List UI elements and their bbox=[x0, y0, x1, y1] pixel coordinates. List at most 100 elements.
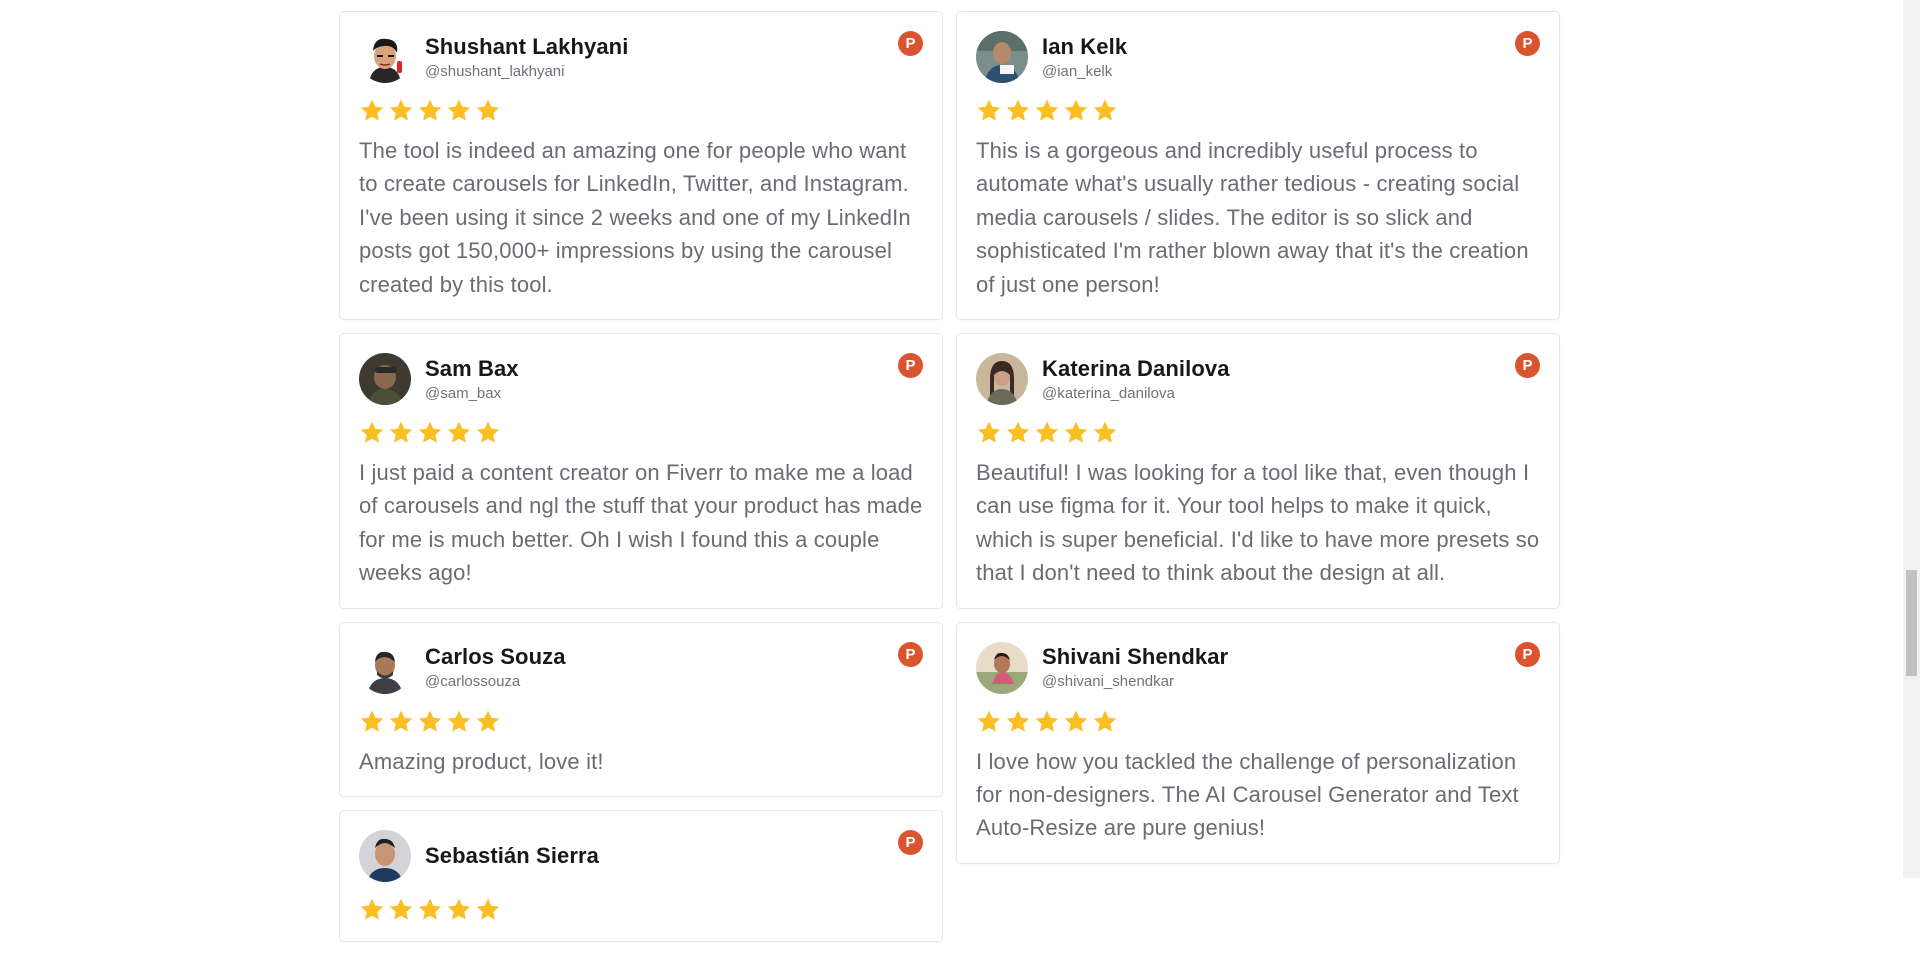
review-text: Amazing product, love it! bbox=[359, 748, 604, 774]
avatar bbox=[359, 830, 411, 883]
product-hunt-icon[interactable]: P bbox=[1515, 353, 1540, 379]
photo-avatar-icon bbox=[359, 353, 411, 406]
star-icon bbox=[359, 897, 385, 923]
product-hunt-icon[interactable]: P bbox=[1515, 641, 1540, 667]
star-icon bbox=[417, 420, 443, 446]
review-text: Beautiful! I was looking for a tool like… bbox=[976, 460, 1540, 586]
star-icon bbox=[1034, 420, 1060, 446]
reviewer-handle[interactable]: @sam_bax bbox=[425, 384, 519, 404]
star-icon bbox=[388, 897, 414, 923]
reviewer-name: Sam Bax bbox=[425, 355, 519, 381]
review-header: Carlos Souza @carlossouza bbox=[359, 641, 923, 695]
review-header: Shivani Shendkar @shivani_shendkar bbox=[976, 641, 1540, 695]
reviewer-handle[interactable]: @ian_kelk bbox=[1042, 62, 1127, 82]
star-icon bbox=[1034, 709, 1060, 735]
review-card: Sebastián Sierra P bbox=[339, 810, 943, 943]
review-card: Katerina Danilova @katerina_danilova P B… bbox=[956, 333, 1560, 609]
product-hunt-icon[interactable]: P bbox=[898, 353, 923, 379]
star-icon bbox=[359, 420, 385, 446]
product-hunt-icon[interactable]: P bbox=[898, 830, 923, 856]
reviewer-name: Carlos Souza bbox=[425, 644, 566, 670]
review-text: I love how you tackled the challenge of … bbox=[976, 748, 1519, 841]
star-icon bbox=[1063, 709, 1089, 735]
star-rating bbox=[359, 98, 923, 124]
review-header: Sam Bax @sam_bax bbox=[359, 352, 923, 406]
page-scrollbar[interactable] bbox=[1903, 0, 1920, 878]
review-header: Ian Kelk @ian_kelk bbox=[976, 30, 1540, 84]
review-card: Carlos Souza @carlossouza P Amazing prod… bbox=[339, 621, 943, 798]
star-icon bbox=[1092, 98, 1118, 124]
review-header: Katerina Danilova @katerina_danilova bbox=[976, 352, 1540, 406]
star-rating bbox=[359, 897, 923, 923]
star-icon bbox=[475, 897, 501, 923]
product-hunt-icon[interactable]: P bbox=[1515, 31, 1540, 56]
reviewer-handle[interactable]: @katerina_danilova bbox=[1042, 384, 1230, 404]
star-icon bbox=[1092, 420, 1118, 446]
star-rating bbox=[976, 709, 1540, 735]
star-icon bbox=[475, 420, 501, 446]
product-hunt-icon[interactable]: P bbox=[898, 641, 923, 667]
photo-avatar-icon bbox=[359, 830, 411, 883]
star-icon bbox=[446, 709, 472, 735]
star-rating bbox=[976, 98, 1540, 124]
reviewer-handle[interactable]: @shivani_shendkar bbox=[1042, 672, 1228, 692]
reviewer-handle[interactable]: @carlossouza bbox=[425, 672, 566, 692]
reviews-column-right: Ian Kelk @ian_kelk P This is a gorgeous … bbox=[956, 11, 1560, 877]
reviewer-info: Ian Kelk @ian_kelk bbox=[1042, 33, 1127, 82]
review-text: The tool is indeed an amazing one for pe… bbox=[359, 138, 911, 297]
product-hunt-icon[interactable]: P bbox=[898, 31, 923, 56]
star-icon bbox=[417, 709, 443, 735]
photo-avatar-icon bbox=[359, 641, 411, 694]
reviewer-info: Sebastián Sierra bbox=[425, 842, 599, 871]
review-card: Ian Kelk @ian_kelk P This is a gorgeous … bbox=[956, 11, 1560, 321]
reviewer-handle[interactable]: @shushant_lakhyani bbox=[425, 62, 628, 82]
photo-avatar-icon bbox=[976, 31, 1028, 83]
avatar bbox=[359, 353, 411, 406]
reviewer-info: Carlos Souza @carlossouza bbox=[425, 643, 566, 692]
avatar bbox=[976, 353, 1028, 406]
star-icon bbox=[976, 709, 1002, 735]
reviewer-info: Sam Bax @sam_bax bbox=[425, 355, 519, 404]
scrollbar-thumb[interactable] bbox=[1906, 570, 1917, 676]
star-icon bbox=[388, 709, 414, 735]
review-card: Shivani Shendkar @shivani_shendkar P I l… bbox=[956, 621, 1560, 864]
review-text: I just paid a content creator on Fiverr … bbox=[359, 460, 923, 586]
reviewer-name: Shushant Lakhyani bbox=[425, 33, 629, 59]
star-rating bbox=[359, 420, 923, 446]
star-icon bbox=[388, 420, 414, 446]
review-card: Sam Bax @sam_bax P I just paid a content… bbox=[339, 333, 943, 609]
star-icon bbox=[1034, 98, 1060, 124]
star-icon bbox=[1063, 98, 1089, 124]
reviewer-name: Ian Kelk bbox=[1042, 33, 1128, 59]
review-header: Shushant Lakhyani @shushant_lakhyani bbox=[359, 30, 923, 84]
star-icon bbox=[1063, 420, 1089, 446]
reviewer-name: Katerina Danilova bbox=[1042, 355, 1230, 381]
star-icon bbox=[1005, 709, 1031, 735]
star-icon bbox=[1005, 98, 1031, 124]
star-icon bbox=[388, 98, 414, 124]
star-rating bbox=[976, 420, 1540, 446]
review-card: Shushant Lakhyani @shushant_lakhyani P T… bbox=[339, 11, 943, 321]
photo-avatar-icon bbox=[976, 353, 1028, 406]
reviewer-name: Shivani Shendkar bbox=[1042, 644, 1229, 670]
avatar bbox=[359, 31, 411, 83]
photo-avatar-icon bbox=[976, 641, 1028, 694]
reviewer-info: Shushant Lakhyani @shushant_lakhyani bbox=[425, 33, 628, 82]
reviewer-info: Shivani Shendkar @shivani_shendkar bbox=[1042, 643, 1228, 692]
star-icon bbox=[1005, 420, 1031, 446]
review-header: Sebastián Sierra bbox=[359, 829, 923, 883]
star-icon bbox=[446, 420, 472, 446]
star-icon bbox=[1092, 709, 1118, 735]
star-icon bbox=[976, 420, 1002, 446]
reviews-column-left: Shushant Lakhyani @shushant_lakhyani P T… bbox=[339, 11, 943, 955]
star-icon bbox=[446, 897, 472, 923]
avatar bbox=[976, 641, 1028, 694]
review-text: This is a gorgeous and incredibly useful… bbox=[976, 138, 1529, 297]
avatar bbox=[976, 31, 1028, 83]
reviewer-name: Sebastián Sierra bbox=[425, 842, 600, 868]
star-rating bbox=[359, 709, 923, 735]
avatar bbox=[359, 641, 411, 694]
star-icon bbox=[475, 709, 501, 735]
star-icon bbox=[359, 98, 385, 124]
reviewer-info: Katerina Danilova @katerina_danilova bbox=[1042, 355, 1230, 404]
